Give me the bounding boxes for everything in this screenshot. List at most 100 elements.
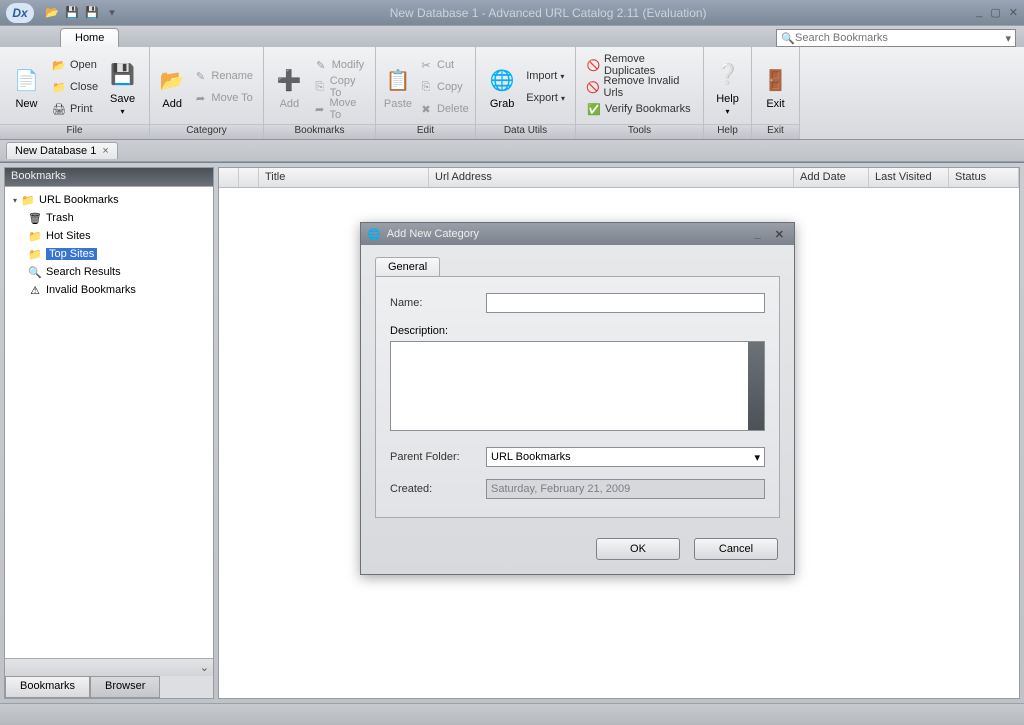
col-spacer2[interactable] (239, 168, 259, 187)
verify-button[interactable]: ✅Verify Bookmarks (582, 98, 697, 120)
modify-icon: ✎ (313, 59, 329, 72)
save-button[interactable]: 💾 Save ▾ (102, 50, 143, 124)
sidebar-scrollbar[interactable]: ⌄ (5, 658, 213, 676)
import-label: Import (526, 70, 557, 82)
sidebar-tab-browser[interactable]: Browser (90, 676, 160, 698)
sidebar-item-invalid-bookmarks[interactable]: ⚠Invalid Bookmarks (7, 281, 211, 299)
cancel-button[interactable]: Cancel (694, 538, 778, 560)
search-bookmarks-box[interactable]: 🔍 ▾ (776, 29, 1016, 47)
name-input[interactable] (486, 293, 765, 313)
quick-access-toolbar: 📂 💾 💾 ▾ (44, 5, 120, 21)
folder-icon: 📁 (27, 230, 43, 243)
remove-invalid-button[interactable]: 🚫Remove Invalid Urls (582, 76, 697, 98)
delete-button[interactable]: ✖Delete (414, 98, 473, 120)
col-url[interactable]: Url Address (429, 168, 794, 187)
remove-duplicates-button[interactable]: 🚫Remove Duplicates (582, 54, 697, 76)
folder-icon: 📁 (27, 248, 43, 261)
ribbon: 📄 New 📂Open 📁Close 🖨Print 💾 Save ▾ File … (0, 47, 1024, 140)
paste-button[interactable]: 📋 Paste (382, 50, 414, 124)
search-input[interactable] (795, 32, 1005, 44)
col-status[interactable]: Status (949, 168, 1019, 187)
dialog-minimize-button[interactable]: _ (751, 228, 765, 240)
col-title[interactable]: Title (259, 168, 429, 187)
minimize-button[interactable]: _ (976, 6, 982, 19)
tab-general[interactable]: General (375, 257, 440, 276)
moveto-icon: ➦ (192, 92, 208, 105)
sidebar-item-label: Invalid Bookmarks (46, 284, 136, 296)
new-button[interactable]: 📄 New (6, 50, 47, 124)
add-bookmark-button[interactable]: ➕ Add (270, 50, 309, 124)
chevron-down-icon: ▾ (561, 94, 565, 103)
search-icon: 🔍 (27, 266, 43, 279)
save-dropdown-icon[interactable]: ▾ (121, 107, 125, 116)
sidebar-item-top-sites[interactable]: 📁Top Sites (7, 245, 211, 263)
export-button[interactable]: Export ▾ (522, 87, 569, 109)
moveto-bm-label: Move To (330, 97, 366, 121)
description-scrollbar[interactable] (748, 342, 764, 430)
chevron-down-icon[interactable]: ⌄ (200, 661, 209, 674)
chevron-down-icon[interactable]: ▾ (725, 107, 729, 116)
cut-button[interactable]: ✂Cut (414, 54, 473, 76)
group-help: ❔ Help ▾ Help (704, 47, 752, 139)
dialog-close-button[interactable]: ✕ (771, 228, 788, 241)
add-category-label: Add (162, 98, 182, 110)
sidebar-title: Bookmarks (5, 168, 213, 186)
search-dropdown-icon[interactable]: ▾ (1005, 32, 1011, 45)
group-category-label: Category (150, 124, 263, 139)
document-tab[interactable]: New Database 1 × (6, 142, 118, 159)
print-button[interactable]: 🖨Print (47, 98, 102, 120)
sidebar-tab-bookmarks[interactable]: Bookmarks (5, 676, 90, 698)
close-button[interactable]: ✕ (1009, 6, 1018, 19)
help-button[interactable]: ❔ Help ▾ (710, 50, 745, 124)
col-spacer[interactable] (219, 168, 239, 187)
grab-button[interactable]: 🌐 Grab (482, 50, 522, 124)
add-bookmark-icon: ➕ (273, 64, 305, 96)
tab-home[interactable]: Home (60, 28, 119, 47)
copyto-button[interactable]: ⎘Copy To (309, 76, 369, 98)
sidebar-item-search-results[interactable]: 🔍Search Results (7, 263, 211, 281)
sidebar-item-trash[interactable]: 🗑Trash (7, 209, 211, 227)
qat-dropdown-icon[interactable]: ▾ (104, 5, 120, 21)
window-title: New Database 1 - Advanced URL Catalog 2.… (120, 6, 976, 20)
exit-icon: 🚪 (760, 64, 792, 96)
parent-folder-combo[interactable]: URL Bookmarks ▾ (486, 447, 765, 467)
open-button[interactable]: 📂Open (47, 54, 102, 76)
sidebar-item-hot-sites[interactable]: 📁Hot Sites (7, 227, 211, 245)
cut-label: Cut (437, 59, 454, 71)
moveto-bookmark-button[interactable]: ➦Move To (309, 98, 369, 120)
open-icon[interactable]: 📂 (44, 5, 60, 21)
warn-icon: ⚠ (27, 284, 43, 297)
sidebar-item-url-bookmarks[interactable]: ▾📁URL Bookmarks (7, 191, 211, 209)
rename-category-button[interactable]: ✎Rename (188, 65, 257, 87)
help-label: Help (716, 93, 739, 105)
folder-icon: 📁 (20, 194, 36, 207)
group-bookmarks: ➕ Add ✎Modify ⎘Copy To ➦Move To Bookmark… (264, 47, 376, 139)
rename-label: Rename (211, 70, 253, 82)
document-tab-close-icon[interactable]: × (102, 145, 108, 157)
delete-label: Delete (437, 103, 469, 115)
add-category-button[interactable]: 📂 Add (156, 50, 188, 124)
close-label: Close (70, 81, 98, 93)
description-textarea[interactable] (390, 341, 765, 431)
help-icon: ❔ (712, 59, 744, 91)
save-icon[interactable]: 💾 (64, 5, 80, 21)
ok-button[interactable]: OK (596, 538, 680, 560)
col-adddate[interactable]: Add Date (794, 168, 869, 187)
col-lastvisited[interactable]: Last Visited (869, 168, 949, 187)
modify-button[interactable]: ✎Modify (309, 54, 369, 76)
import-button[interactable]: Import ▾ (522, 65, 569, 87)
rmdup-label: Remove Duplicates (604, 53, 693, 77)
bookmarks-tree[interactable]: ▾📁URL Bookmarks🗑Trash📁Hot Sites📁Top Site… (5, 186, 213, 658)
grab-icon: 🌐 (486, 64, 518, 96)
close-file-button[interactable]: 📁Close (47, 76, 102, 98)
expand-icon[interactable]: ▾ (13, 196, 17, 205)
exit-button[interactable]: 🚪 Exit (758, 50, 793, 124)
moveto-category-button[interactable]: ➦Move To (188, 87, 257, 109)
dialog-titlebar[interactable]: 🌐 Add New Category _ ✕ (361, 223, 794, 245)
copy-label: Copy (437, 81, 463, 93)
save-as-icon[interactable]: 💾 (84, 5, 100, 21)
maximize-button[interactable]: ▢ (990, 6, 1000, 19)
cut-icon: ✂ (418, 59, 434, 72)
copy-button[interactable]: ⎘Copy (414, 76, 473, 98)
new-icon: 📄 (10, 64, 42, 96)
